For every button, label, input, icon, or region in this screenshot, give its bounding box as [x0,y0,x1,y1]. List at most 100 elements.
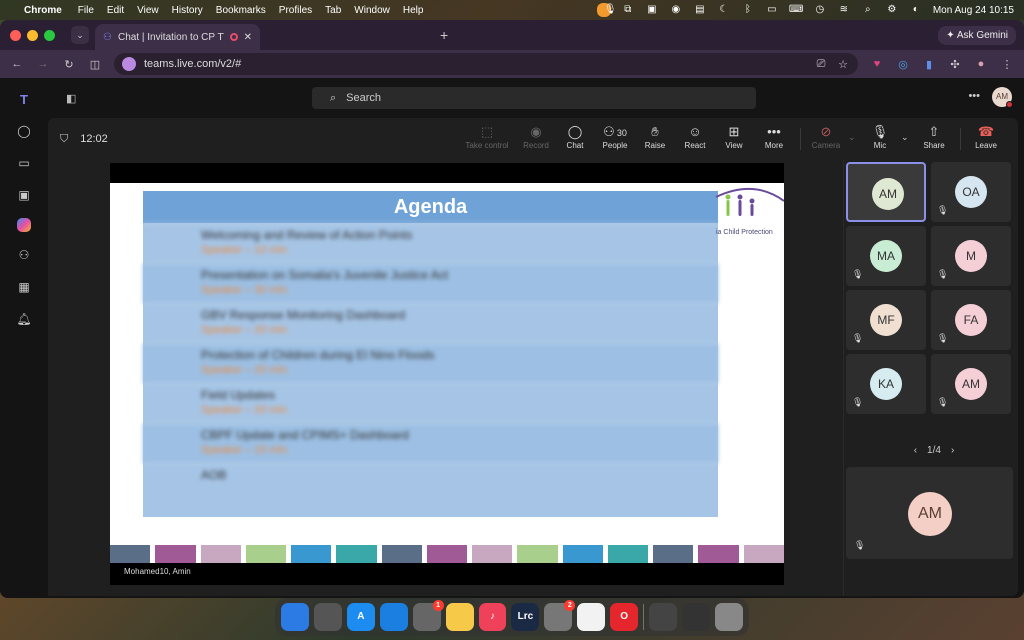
participant-tile[interactable]: MA 🎙︎ [846,226,926,286]
calendar-nav-icon[interactable]: ▦ [15,278,33,296]
wifi-icon[interactable]: ≋ [837,4,851,16]
mic-muted-icon: 🎙︎ [852,269,864,279]
activity-bell-icon[interactable]: 🔔︎ [15,310,33,328]
dock-launchpad-icon[interactable] [313,603,342,631]
battery-icon[interactable]: ▭ [765,4,779,16]
dock-trash-icon[interactable] [714,603,743,631]
chrome-menu-icon[interactable]: ⋮ [1000,58,1014,71]
profile-icon[interactable]: ● [974,58,988,70]
screen-share-icon[interactable]: ⧉ [621,4,635,16]
menu-app-name[interactable]: Chrome [24,5,62,16]
participant-tile[interactable]: OA 🎙︎ [931,162,1011,222]
menu-view[interactable]: View [137,5,159,16]
extension-2-icon[interactable]: ◎ [896,58,910,71]
dock-window-preview-2-icon[interactable] [682,603,710,631]
siri-icon[interactable]: ◐ [909,4,923,16]
more-options-icon[interactable]: ••• [968,90,980,102]
meet-nav-icon[interactable]: ▭ [15,154,33,172]
next-page-chevron-icon[interactable]: › [951,445,954,456]
dock-finder-icon[interactable] [281,603,309,631]
extensions-puzzle-icon[interactable]: ✣ [948,58,962,71]
keyboard-icon[interactable]: ⌨ [789,4,803,16]
search-input[interactable]: ⌕ Search [312,87,756,109]
contacts-nav-icon[interactable]: ▣ [15,186,33,204]
spotlight-search-icon[interactable]: ⌕ [861,4,875,16]
avatar: OA [955,176,987,208]
new-tab-button[interactable]: + [440,27,448,43]
participant-tile[interactable]: FA 🎙︎ [931,290,1011,350]
dock-system-settings-icon[interactable]: 2 [544,600,576,631]
leave-button[interactable]: ☎ Leave [963,123,1009,157]
focus-moon-icon[interactable]: ☾ [717,4,731,16]
list-item: Presentation on Somalia's Juvenile Justi… [143,263,718,303]
minimize-window-button[interactable] [27,29,38,41]
notes-icon[interactable]: ▤ [693,4,707,16]
panel-toggle-icon[interactable]: ◧ [66,92,76,105]
tab-search-chevron-icon[interactable]: ⌄ [71,26,89,44]
dock-window-preview-1-icon[interactable] [649,603,678,631]
mic-button[interactable]: 🎙︎ Mic [857,123,903,157]
cast-icon[interactable]: ⎚ [814,58,828,71]
forward-icon[interactable]: → [36,58,50,70]
side-panel-icon[interactable]: ◫ [88,58,102,71]
teams-logo-icon[interactable]: T [15,90,33,108]
participant-tile[interactable]: MF 🎙︎ [846,290,926,350]
address-bar[interactable]: teams.live.com/v2/# ⎚ ☆ [114,53,858,75]
menu-window[interactable]: Window [354,5,390,16]
menu-file[interactable]: File [78,5,94,16]
control-center-icon[interactable]: ⚙ [885,4,899,16]
mic-in-use-icon[interactable]: 🎙 [596,3,617,17]
participant-tile[interactable]: KA 🎙︎ [846,354,926,414]
tab-teams[interactable]: ⚇ Chat | Invitation to CP TW ✕ [95,24,260,50]
close-tab-icon[interactable]: ✕ [244,32,252,43]
ask-gemini-button[interactable]: ✦ Ask Gemini [938,25,1016,45]
clock-icon[interactable]: ◷ [813,4,827,16]
dock-lightroom-icon[interactable]: Lrc [511,603,540,631]
menu-history[interactable]: History [172,5,203,16]
chat-nav-icon[interactable]: ◯ [15,122,33,140]
close-window-button[interactable] [10,29,21,41]
mic-options-chevron-icon[interactable]: ⌄ [901,132,909,143]
bluetooth-icon[interactable]: ᛒ [741,4,755,16]
self-video-tile[interactable]: AM 🎙︎ [846,467,1013,559]
site-info-icon[interactable] [122,57,136,71]
participant-tile[interactable]: AM [846,162,926,222]
more-button[interactable]: ••• More [751,123,797,157]
menu-tab[interactable]: Tab [325,5,341,16]
communities-nav-icon[interactable]: ⚇ [15,246,33,264]
shared-screen[interactable]: Agenda Welcoming and Review of Action Po… [110,163,784,585]
back-icon[interactable]: ← [10,58,24,70]
ai-assistant-icon[interactable]: ◉ [669,4,683,16]
menu-bookmarks[interactable]: Bookmarks [216,5,266,16]
extension-1-icon[interactable]: ♥ [870,58,884,70]
take-control-button[interactable]: ⬚ Take control [464,123,510,157]
menu-help[interactable]: Help [403,5,424,16]
camera-button[interactable]: ⊘ Camera [803,123,849,157]
mic-muted-icon: 🎙︎ [852,333,864,343]
share-button[interactable]: ⇧ Share [911,123,957,157]
bookmark-star-icon[interactable]: ☆ [836,58,850,71]
dock-app-store-icon[interactable]: A [346,603,375,631]
dock-opera-icon[interactable]: O [610,603,639,631]
dock-reminders-icon[interactable]: 1 [412,600,444,631]
participant-tile[interactable]: AM 🎙︎ [931,354,1011,414]
menu-profiles[interactable]: Profiles [279,5,312,16]
menu-edit[interactable]: Edit [107,5,124,16]
avatar[interactable]: AM [992,87,1013,108]
camera-options-chevron-icon[interactable]: ⌄ [848,132,856,143]
shield-icon[interactable]: ⛉ [60,133,68,146]
participant-tile[interactable]: M 🎙︎ [931,226,1011,286]
dock-safari-icon[interactable] [379,603,408,631]
reload-icon[interactable]: ↻ [62,58,76,71]
extension-3-icon[interactable]: ▮ [922,58,936,71]
menubar-datetime[interactable]: Mon Aug 24 10:15 [933,5,1014,16]
zoom-window-button[interactable] [44,29,55,41]
clipboard-icon[interactable]: ▣ [645,4,659,16]
share-icon: ⇧ [928,124,940,139]
copilot-nav-icon[interactable] [17,218,31,232]
dock-chrome-icon[interactable] [577,603,606,631]
dock-music-icon[interactable]: ♪ [478,603,507,631]
prev-page-chevron-icon[interactable]: ‹ [914,445,917,456]
dock-notes-icon[interactable] [445,603,474,631]
color-swatch [517,545,558,563]
